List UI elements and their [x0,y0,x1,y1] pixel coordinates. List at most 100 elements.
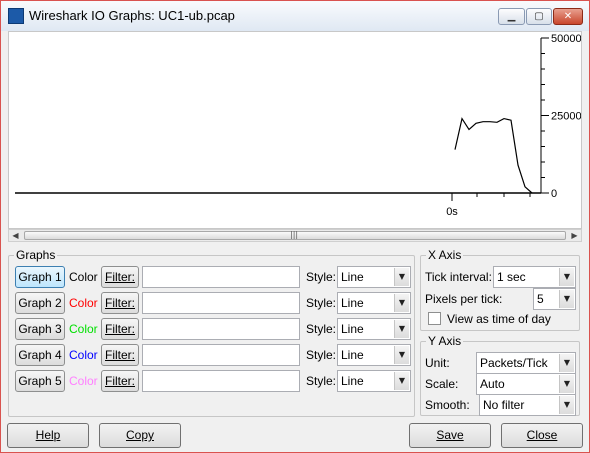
filter-button-label: Filter: [105,348,135,362]
graph-row-2: Graph 2 Color Filter: Style: Line ▼ [9,292,414,314]
graph-row-5: Graph 5 Color Filter: Style: Line ▼ [9,370,414,392]
graph-3-filter-input[interactable] [142,318,300,340]
y-tick-label: 50000 [551,33,581,45]
view-as-time-checkbox[interactable] [428,312,441,325]
graph-4-button[interactable]: Graph 4 [15,344,65,366]
style-value: Line [341,296,364,310]
graph-2-style-select[interactable]: Line ▼ [337,292,411,314]
scale-value: Auto [480,377,505,391]
graph-5-style-select[interactable]: Line ▼ [337,370,411,392]
y-tick-label: 0 [551,188,557,200]
graph-1-color-label[interactable]: Color [69,270,98,284]
unit-select[interactable]: Packets/Tick ▼ [476,352,576,374]
graph-1-style-select[interactable]: Line ▼ [337,266,411,288]
graph-2-filter-input[interactable] [142,292,300,314]
maximize-button[interactable]: ▢ [526,8,552,25]
x-axis-group-title: X Axis [426,248,464,262]
smooth-label: Smooth: [425,398,470,412]
graph-3-filter-button[interactable]: Filter: [101,318,139,340]
graph-4-style-select[interactable]: Line ▼ [337,344,411,366]
tick-interval-value: 1 sec [497,270,526,284]
view-as-time-label[interactable]: View as time of day [447,312,551,326]
graph-5-color-label[interactable]: Color [69,374,98,388]
graph-2-button[interactable]: Graph 2 [15,292,65,314]
window-title: Wireshark IO Graphs: UC1-ub.pcap [29,8,235,23]
minimize-icon: ▁ [507,11,516,22]
y-axis-group: Y Axis Unit: Packets/Tick ▼ Scale: Auto ▼ … [420,334,580,416]
y-tick-label: 25000 [551,111,581,123]
graph-2-color-label[interactable]: Color [69,296,98,310]
pixels-per-tick-select[interactable]: 5 ▼ [533,288,576,310]
scroll-left-arrow-icon[interactable]: ◀ [9,230,22,241]
graph-4-filter-input[interactable] [142,344,300,366]
scale-label: Scale: [425,377,459,391]
title-bar[interactable]: Wireshark IO Graphs: UC1-ub.pcap ▁ ▢ ✕ [1,1,589,31]
dropdown-arrow-icon: ▼ [559,268,574,286]
dropdown-arrow-icon: ▼ [559,354,574,372]
tick-interval-select[interactable]: 1 sec ▼ [493,266,576,288]
io-graph-chart: 50000 25000 0 0s [15,33,581,218]
graph-1-series-line [454,117,533,194]
pixels-per-tick-label: Pixels per tick: [425,292,503,306]
dropdown-arrow-icon: ▼ [559,396,574,414]
dropdown-arrow-icon: ▼ [394,346,409,364]
graph-row-4: Graph 4 Color Filter: Style: Line ▼ [9,344,414,366]
minimize-button[interactable]: ▁ [498,8,525,25]
graph-4-filter-button[interactable]: Filter: [101,344,139,366]
scale-select[interactable]: Auto ▼ [476,373,576,395]
dropdown-arrow-icon: ▼ [559,375,574,393]
dropdown-arrow-icon: ▼ [394,268,409,286]
unit-label: Unit: [425,356,450,370]
graph-1-filter-button[interactable]: Filter: [101,266,139,288]
graph-1-filter-input[interactable] [142,266,300,288]
filter-button-label: Filter: [105,296,135,310]
io-graph-plot[interactable]: 50000 25000 0 0s [8,31,582,229]
graph-5-filter-button[interactable]: Filter: [101,370,139,392]
graph-1-button[interactable]: Graph 1 [15,266,65,288]
help-button[interactable]: Help [7,423,89,448]
filter-button-label: Filter: [105,374,135,388]
graph-2-filter-button[interactable]: Filter: [101,292,139,314]
filter-button-label: Filter: [105,322,135,336]
graph-3-color-label[interactable]: Color [69,322,98,336]
dropdown-arrow-icon: ▼ [394,372,409,390]
y-axis-group-title: Y Axis [426,334,464,348]
close-window-button[interactable]: ✕ [553,8,583,25]
close-button-label: Close [526,428,558,442]
dropdown-arrow-icon: ▼ [559,290,574,308]
save-button[interactable]: Save [409,423,491,448]
style-label: Style: [306,270,337,284]
scroll-right-arrow-icon[interactable]: ▶ [568,230,581,241]
graph-3-button[interactable]: Graph 3 [15,318,65,340]
dropdown-arrow-icon: ▼ [394,320,409,338]
filter-button-label: Filter: [105,270,135,284]
graph-row-3: Graph 3 Color Filter: Style: Line ▼ [9,318,414,340]
copy-button[interactable]: Copy [99,423,181,448]
io-graphs-window: Wireshark IO Graphs: UC1-ub.pcap ▁ ▢ ✕ 5… [0,0,590,453]
wireshark-app-icon [8,8,24,24]
graph-5-filter-input[interactable] [142,370,300,392]
graph-5-button[interactable]: Graph 5 [15,370,65,392]
tick-interval-label: Tick interval: [425,270,492,284]
style-value: Line [341,348,364,362]
copy-button-label: Copy [125,428,154,442]
scroll-thumb[interactable]: ||| [24,230,566,240]
close-button[interactable]: Close [501,423,583,448]
style-value: Line [341,374,364,388]
graphs-group-title: Graphs [14,248,58,262]
unit-value: Packets/Tick [480,356,548,370]
style-label: Style: [306,322,337,336]
style-label: Style: [306,296,337,310]
style-value: Line [341,270,364,284]
save-button-label: Save [436,428,464,442]
x-axis-group: X Axis Tick interval: 1 sec ▼ Pixels per … [420,248,580,331]
style-value: Line [341,322,364,336]
graph-4-color-label[interactable]: Color [69,348,98,362]
maximize-icon: ▢ [534,11,544,22]
horizontal-scrollbar[interactable]: ◀ ||| ▶ [8,229,582,242]
x-tick-label: 0s [446,206,458,218]
graph-3-style-select[interactable]: Line ▼ [337,318,411,340]
smooth-value: No filter [483,398,525,412]
smooth-select[interactable]: No filter ▼ [479,394,576,416]
style-label: Style: [306,374,337,388]
